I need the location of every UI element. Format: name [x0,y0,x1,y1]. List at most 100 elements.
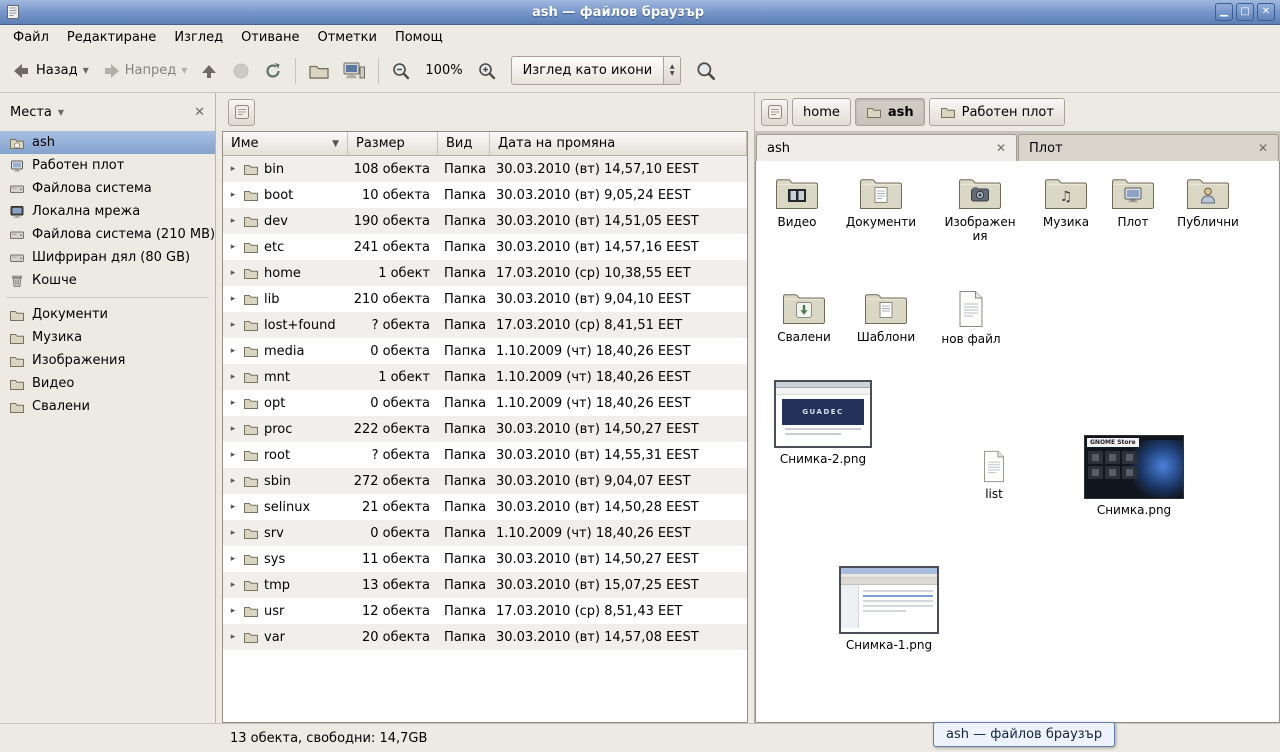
sidebar-item-filesystem[interactable]: Файлова система [0,177,215,200]
breadcrumb-ash[interactable]: ash [855,98,925,126]
icon-view-item[interactable]: GUADECСнимка-2.png [773,380,873,466]
maximize-button[interactable]: □ [1236,3,1254,21]
tab-desktop[interactable]: Плот✕ [1018,134,1279,161]
icon-view-item[interactable]: GNOME StoreСнимка.png [1084,435,1184,517]
menu-bookmarks[interactable]: Отметки [308,25,385,49]
tree-row[interactable]: ▸selinux21 обектаПапка30.03.2010 (вт) 14… [223,494,747,520]
tree-row[interactable]: ▸mnt1 обектПапка1.10.2009 (чт) 18,40,26 … [223,364,747,390]
breadcrumb-home[interactable]: home [792,98,851,126]
icon-view-item[interactable]: Плот [1097,175,1169,229]
sidebar-item-downloads[interactable]: Свалени [0,395,215,418]
minimize-button[interactable]: ▁ [1215,3,1233,21]
view-mode-select[interactable]: Изглед като икони ▲▼ [511,56,682,85]
icon-view-item[interactable]: Шаблони [850,290,922,344]
tree-row[interactable]: ▸boot10 обектаПапка30.03.2010 (вт) 9,05,… [223,182,747,208]
expander-icon[interactable]: ▸ [228,528,238,538]
expander-icon[interactable]: ▸ [228,580,238,590]
tree-row[interactable]: ▸dev190 обектаПапка30.03.2010 (вт) 14,51… [223,208,747,234]
column-header-size[interactable]: Размер [348,132,438,155]
sidebar-item-pictures[interactable]: Изображения [0,349,215,372]
forward-button[interactable]: Напред ▼ [95,56,194,86]
home-button[interactable] [302,57,336,85]
tree-row[interactable]: ▸var20 обектаПапка30.03.2010 (вт) 14,57,… [223,624,747,650]
tree-row[interactable]: ▸sys11 обектаПапка30.03.2010 (вт) 14,50,… [223,546,747,572]
spinner-arrows-icon[interactable]: ▲▼ [663,57,680,84]
back-button[interactable]: Назад ▼ [6,56,95,86]
breadcrumb-desktop[interactable]: Работен плот [929,98,1065,126]
expander-icon[interactable]: ▸ [228,372,238,382]
sidebar-item-videos[interactable]: Видео [0,372,215,395]
tree-row[interactable]: ▸proc222 обектаПапка30.03.2010 (вт) 14,5… [223,416,747,442]
sidebar-close-icon[interactable]: ✕ [194,105,205,120]
menu-edit[interactable]: Редактиране [58,25,165,49]
icon-view-item[interactable]: Свалени [768,290,840,344]
icon-view-item[interactable]: Публични [1168,175,1248,229]
icon-view-item[interactable]: Видео [761,175,833,229]
tree-row[interactable]: ▸home1 обектПапка17.03.2010 (ср) 10,38,5… [223,260,747,286]
menu-go[interactable]: Отиване [232,25,308,49]
zoom-out-button[interactable] [385,56,417,86]
tree-row[interactable]: ▸tmp13 обектаПапка30.03.2010 (вт) 15,07,… [223,572,747,598]
expander-icon[interactable]: ▸ [228,476,238,486]
zoom-in-button[interactable] [471,56,503,86]
tree-row[interactable]: ▸sbin272 обектаПапка30.03.2010 (вт) 9,04… [223,468,747,494]
column-header-name[interactable]: Име▼ [223,132,348,155]
sidebar-item-documents[interactable]: Документи [0,303,215,326]
location-toggle-button[interactable] [761,99,788,126]
sidebar-item-trash[interactable]: Кошче [0,269,215,292]
icon-view-item[interactable]: ♫Музика [1030,175,1102,229]
tab-close-icon[interactable]: ✕ [1258,141,1268,155]
expander-icon[interactable]: ▸ [228,632,238,642]
icon-view-area[interactable]: ВидеоДокументи Изображения♫МузикаПлотПубл… [755,161,1280,723]
column-header-date[interactable]: Дата на промяна [490,132,747,155]
sidebar-title[interactable]: Места [10,105,52,120]
chevron-down-icon[interactable]: ▼ [58,108,64,117]
expander-icon[interactable]: ▸ [228,554,238,564]
computer-button[interactable] [336,56,372,86]
stop-button[interactable] [225,56,257,86]
sidebar-item-filesystem-210mb[interactable]: Файлова система (210 MB) [0,223,215,246]
icon-view-item[interactable]: Документи [845,175,917,229]
expander-icon[interactable]: ▸ [228,450,238,460]
tab-ash[interactable]: ash✕ [756,134,1017,161]
tree-row[interactable]: ▸srv0 обектаПапка1.10.2009 (чт) 18,40,26… [223,520,747,546]
up-button[interactable] [193,56,225,86]
expander-icon[interactable]: ▸ [228,190,238,200]
taskbar-window-button[interactable]: ash — файлов браузър [933,722,1115,747]
expander-icon[interactable]: ▸ [228,164,238,174]
tab-close-icon[interactable]: ✕ [996,141,1006,155]
sidebar-item-encrypted-80gb[interactable]: Шифриран дял (80 GB) [0,246,215,269]
tree-row[interactable]: ▸lib210 обектаПапка30.03.2010 (вт) 9,04,… [223,286,747,312]
tree-row[interactable]: ▸usr12 обектаПапка17.03.2010 (ср) 8,51,4… [223,598,747,624]
expander-icon[interactable]: ▸ [228,268,238,278]
menu-help[interactable]: Помощ [386,25,452,49]
reload-button[interactable] [257,56,289,86]
icon-view-item[interactable]: Снимка-1.png [839,566,939,652]
sidebar-item-home-ash[interactable]: ash [0,131,215,154]
expander-icon[interactable]: ▸ [228,320,238,330]
tree-row[interactable]: ▸lost+found? обектаПапка17.03.2010 (ср) … [223,312,747,338]
tree-row[interactable]: ▸opt0 обектаПапка1.10.2009 (чт) 18,40,26… [223,390,747,416]
sidebar-item-desktop[interactable]: Работен плот [0,154,215,177]
close-button[interactable]: ✕ [1257,3,1275,21]
tree-row[interactable]: ▸media0 обектаПапка1.10.2009 (чт) 18,40,… [223,338,747,364]
search-button[interactable] [689,55,723,87]
expander-icon[interactable]: ▸ [228,242,238,252]
expander-icon[interactable]: ▸ [228,502,238,512]
expander-icon[interactable]: ▸ [228,216,238,226]
icon-view-item[interactable]: нов файл [935,290,1007,346]
expander-icon[interactable]: ▸ [228,606,238,616]
expander-icon[interactable]: ▸ [228,398,238,408]
expander-icon[interactable]: ▸ [228,346,238,356]
tree-row[interactable]: ▸bin108 обектаПапка30.03.2010 (вт) 14,57… [223,156,747,182]
icon-view-item[interactable]: list [958,450,1030,501]
expander-icon[interactable]: ▸ [228,294,238,304]
titlebar[interactable]: ash — файлов браузър ▁ □ ✕ [0,0,1280,25]
tree-row[interactable]: ▸root? обектаПапка30.03.2010 (вт) 14,55,… [223,442,747,468]
tree-row[interactable]: ▸etc241 обектаПапка30.03.2010 (вт) 14,57… [223,234,747,260]
menu-file[interactable]: Файл [4,25,58,49]
location-toggle-button[interactable] [228,99,255,126]
icon-view-item[interactable]: Изображения [941,175,1019,244]
expander-icon[interactable]: ▸ [228,424,238,434]
menu-view[interactable]: Изглед [165,25,232,49]
